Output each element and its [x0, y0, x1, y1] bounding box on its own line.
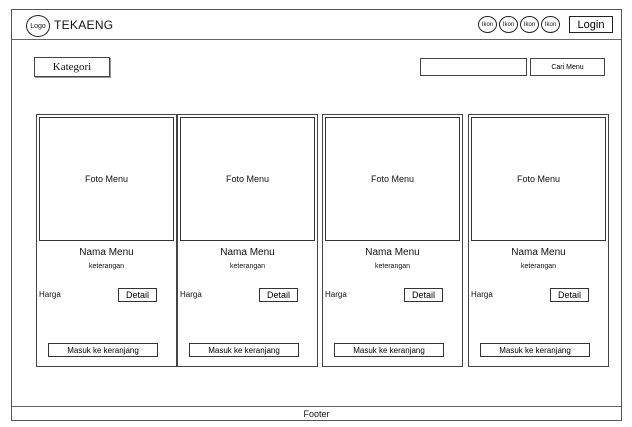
- menu-card: Foto Menu Nama Menu keterangan Harga Det…: [36, 114, 177, 367]
- menu-card: Foto Menu Nama Menu keterangan Harga Det…: [322, 114, 463, 367]
- add-to-cart-button[interactable]: Masuk ke keranjang: [189, 343, 299, 357]
- menu-description: keterangan: [88, 263, 125, 270]
- menu-photo: Foto Menu: [325, 117, 460, 241]
- menu-name: Nama Menu: [79, 247, 134, 258]
- menu-description: keterangan: [229, 263, 266, 270]
- menu-card: Foto Menu Nama Menu keterangan Harga Det…: [468, 114, 609, 367]
- kategori-dropdown[interactable]: Kategori: [34, 57, 110, 77]
- menu-description: keterangan: [520, 263, 557, 270]
- logo[interactable]: Logo: [26, 15, 50, 37]
- menu-price-label: Harga: [325, 290, 347, 299]
- menu-description: keterangan: [374, 263, 411, 270]
- menu-price-label: Harga: [180, 290, 202, 299]
- menu-photo: Foto Menu: [180, 117, 315, 241]
- menu-name: Nama Menu: [365, 247, 420, 258]
- menu-name: Nama Menu: [220, 247, 275, 258]
- login-button[interactable]: Login: [569, 16, 613, 33]
- detail-button[interactable]: Detail: [550, 288, 589, 302]
- menu-photo: Foto Menu: [39, 117, 174, 241]
- add-to-cart-button[interactable]: Masuk ke keranjang: [334, 343, 444, 357]
- menu-photo: Foto Menu: [471, 117, 606, 241]
- add-to-cart-button[interactable]: Masuk ke keranjang: [48, 343, 158, 357]
- ikon-icon[interactable]: Ikon: [499, 16, 518, 33]
- header-bar: Logo TEKAENG Ikon Ikon Ikon Ikon Login: [12, 10, 621, 40]
- brand-name: TEKAENG: [54, 18, 114, 32]
- detail-button[interactable]: Detail: [404, 288, 443, 302]
- menu-price-label: Harga: [471, 290, 493, 299]
- header-icons: Ikon Ikon Ikon Ikon: [478, 16, 560, 33]
- ikon-icon[interactable]: Ikon: [520, 16, 539, 33]
- add-to-cart-button[interactable]: Masuk ke keranjang: [480, 343, 590, 357]
- ikon-icon[interactable]: Ikon: [541, 16, 560, 33]
- footer: Footer: [12, 406, 621, 420]
- ikon-icon[interactable]: Ikon: [478, 16, 497, 33]
- detail-button[interactable]: Detail: [259, 288, 298, 302]
- page-frame: Logo TEKAENG Ikon Ikon Ikon Ikon Login K…: [11, 9, 622, 421]
- detail-button[interactable]: Detail: [118, 288, 157, 302]
- menu-card: Foto Menu Nama Menu keterangan Harga Det…: [177, 114, 318, 367]
- search-input[interactable]: [420, 58, 527, 76]
- menu-price-label: Harga: [39, 290, 61, 299]
- search-button[interactable]: Cari Menu: [530, 58, 605, 76]
- menu-name: Nama Menu: [511, 247, 566, 258]
